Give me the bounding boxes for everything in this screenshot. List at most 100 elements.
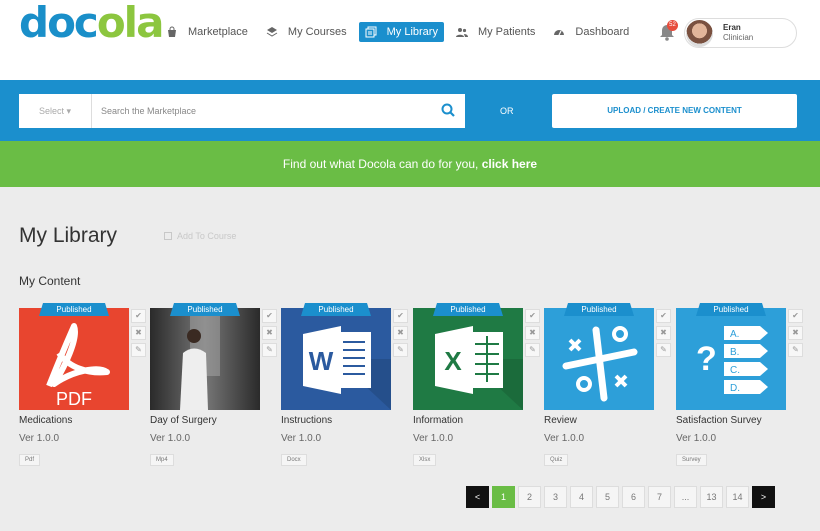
content-card[interactable]: Published ✔ ✖ ✎ Day of Surgery Ver 1.0.0… [150,303,280,469]
page-ellipsis[interactable]: ... [674,486,697,508]
edit-icon[interactable]: ✎ [262,343,277,357]
page-button[interactable]: 3 [544,486,567,508]
shopping-bag-icon [166,26,178,38]
published-badge: Published [433,303,503,316]
published-badge: Published [39,303,109,316]
content-thumbnail[interactable]: W [281,308,391,410]
check-icon[interactable]: ✔ [131,309,146,323]
delete-icon[interactable]: ✖ [525,326,540,340]
layers-icon [266,26,278,38]
content-version: Ver 1.0.0 [150,433,191,444]
content-title[interactable]: Review [544,415,577,426]
delete-icon[interactable]: ✖ [131,326,146,340]
page-button[interactable]: 13 [700,486,723,508]
content-thumbnail[interactable]: PDF [19,308,129,410]
survey-option: C. [730,365,740,376]
content-card[interactable]: Published ? A. B. C. D. ✔ ✖ ✎ Satisfacti… [676,303,806,469]
card-actions: ✔ ✖ ✎ [788,309,803,360]
svg-text:X: X [444,346,462,376]
card-actions: ✔ ✖ ✎ [525,309,540,360]
user-name: Eran [723,23,741,32]
avatar [686,20,713,47]
library-icon [365,26,377,38]
page-button[interactable]: 14 [726,486,749,508]
add-to-course-button[interactable]: Add To Course [164,231,236,241]
page-button[interactable]: 7 [648,486,671,508]
content-card[interactable]: Published PDF ✔ ✖ ✎ Medications Ver 1.0.… [19,303,149,469]
edit-icon[interactable]: ✎ [525,343,540,357]
content-card[interactable]: Published W ✔ ✖ ✎ Instructions Ver 1.0.0… [281,303,411,469]
check-icon[interactable]: ✔ [656,309,671,323]
delete-icon[interactable]: ✖ [393,326,408,340]
content-thumbnail[interactable] [150,308,260,410]
survey-option: B. [730,347,739,358]
search-band: Select ▾ OR UPLOAD / CREATE NEW CONTENT [0,80,820,141]
nav-my-library[interactable]: My Library [358,22,444,42]
card-actions: ✔ ✖ ✎ [656,309,671,360]
check-icon[interactable]: ✔ [393,309,408,323]
published-badge: Published [696,303,766,316]
notification-badge: 52 [667,20,678,31]
published-badge: Published [564,303,634,316]
content-title[interactable]: Instructions [281,415,332,426]
content-card[interactable]: Published ✔ ✖ ✎ Review Ver 1.0.0 Quiz [544,303,674,469]
upload-create-button[interactable]: UPLOAD / CREATE NEW CONTENT [552,94,797,128]
edit-icon[interactable]: ✎ [393,343,408,357]
check-icon[interactable]: ✔ [788,309,803,323]
nav-my-patients[interactable]: My Patients [450,22,541,42]
page-title: My Library [19,224,118,247]
content-type-badge: Docx [281,454,307,466]
content-version: Ver 1.0.0 [544,433,585,444]
nav-marketplace[interactable]: Marketplace [160,22,254,42]
page-button[interactable]: 4 [570,486,593,508]
edit-icon[interactable]: ✎ [656,343,671,357]
delete-icon[interactable]: ✖ [656,326,671,340]
content-thumbnail[interactable]: ? A. B. C. D. [676,308,786,410]
card-actions: ✔ ✖ ✎ [262,309,277,360]
nav-dashboard[interactable]: Dashboard [547,22,635,42]
section-title: My Content [19,274,81,288]
docola-logo[interactable]: docola [19,2,164,44]
content-type-badge: Mp4 [150,454,174,466]
edit-icon[interactable]: ✎ [131,343,146,357]
next-page-button[interactable]: > [752,486,775,508]
svg-text:?: ? [696,340,717,378]
nav-my-courses[interactable]: My Courses [260,22,353,42]
content-card[interactable]: Published X ✔ ✖ ✎ Information Ver 1.0.0 … [413,303,543,469]
content-title[interactable]: Satisfaction Survey [676,415,762,426]
prev-page-button[interactable]: < [466,486,489,508]
check-icon[interactable]: ✔ [262,309,277,323]
pdf-label: PDF [56,389,92,409]
card-actions: ✔ ✖ ✎ [131,309,146,360]
page-button[interactable]: 1 [492,486,515,508]
content-thumbnail[interactable]: X [413,308,523,410]
or-label: OR [500,106,514,116]
user-menu[interactable]: Eran Clinician [684,18,797,48]
top-header: docola Marketplace My Courses My Library… [0,0,820,80]
search-input[interactable] [92,94,465,128]
survey-option: D. [730,383,740,394]
banner-link[interactable]: click here [482,157,537,171]
main-nav: Marketplace My Courses My Library My Pat… [160,22,641,42]
content-title[interactable]: Information [413,415,463,426]
content-thumbnail[interactable] [544,308,654,410]
content-type-badge: Pdf [19,454,41,466]
content-title[interactable]: Medications [19,415,72,426]
content-title[interactable]: Day of Surgery [150,415,217,426]
content-version: Ver 1.0.0 [281,433,322,444]
content-version: Ver 1.0.0 [413,433,454,444]
search-icon[interactable] [441,103,455,117]
svg-text:W: W [309,346,334,376]
page-button[interactable]: 2 [518,486,541,508]
check-icon[interactable]: ✔ [525,309,540,323]
page-button[interactable]: 6 [622,486,645,508]
users-icon [455,26,468,38]
published-badge: Published [301,303,371,316]
category-select[interactable]: Select ▾ [19,94,92,128]
info-banner: Find out what Docola can do for you, cli… [0,141,820,187]
delete-icon[interactable]: ✖ [262,326,277,340]
content-type-badge: Xlsx [413,454,437,466]
delete-icon[interactable]: ✖ [788,326,803,340]
page-button[interactable]: 5 [596,486,619,508]
edit-icon[interactable]: ✎ [788,343,803,357]
